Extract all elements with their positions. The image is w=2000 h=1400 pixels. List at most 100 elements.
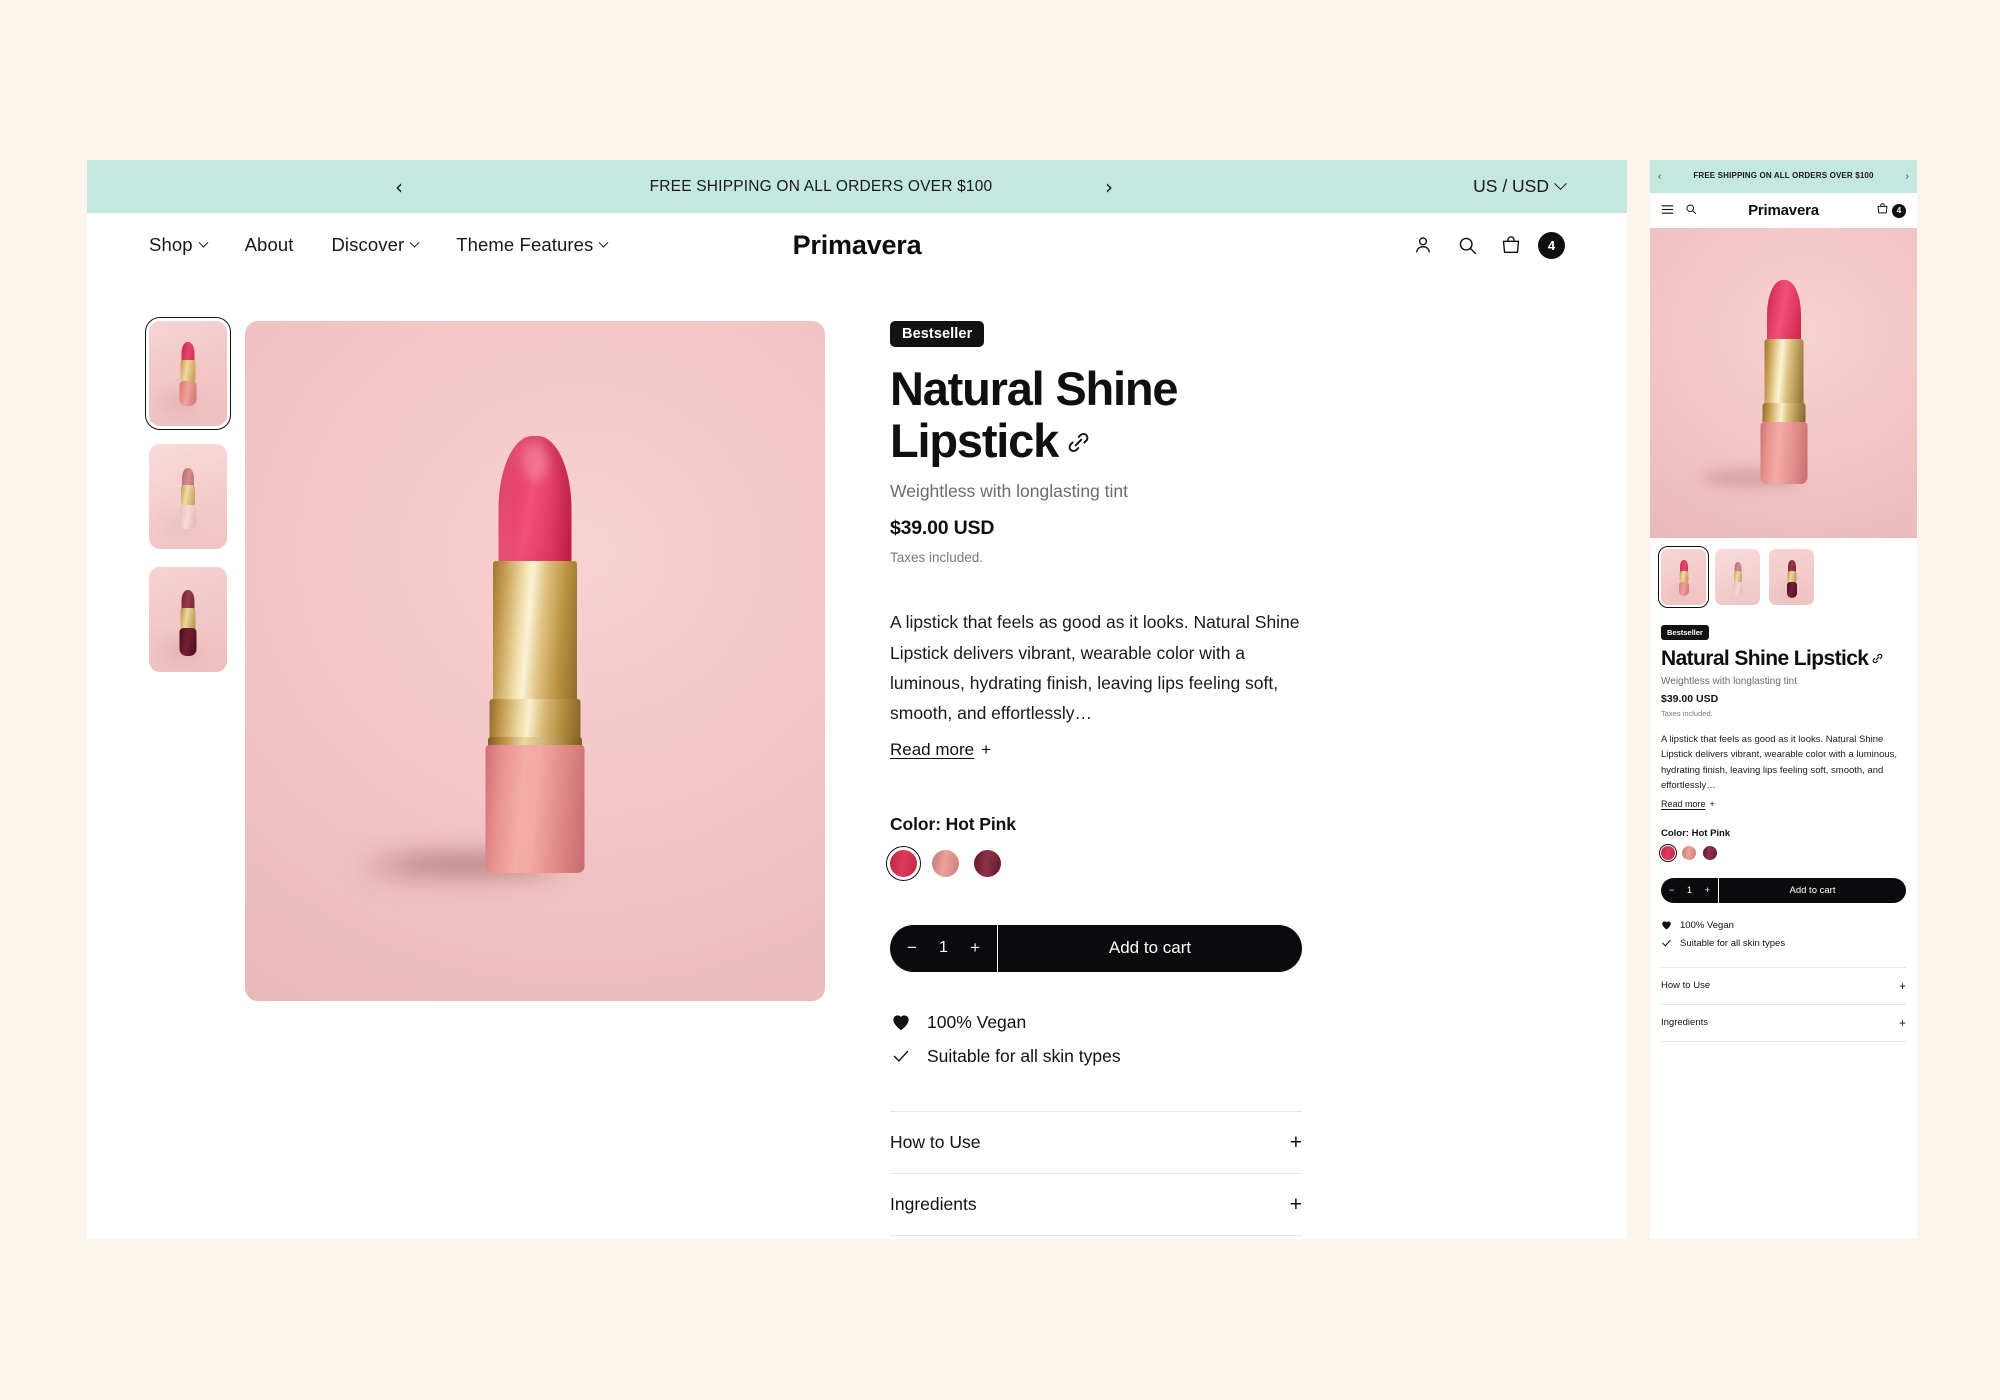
nav-item-theme-features[interactable]: Theme Features bbox=[456, 234, 609, 256]
mobile-accordion-ingredients[interactable]: Ingredients + bbox=[1661, 1005, 1906, 1042]
mobile-feature-vegan-label: 100% Vegan bbox=[1680, 919, 1734, 931]
heart-icon bbox=[1661, 920, 1672, 930]
desktop-storefront-preview: ‹ FREE SHIPPING ON ALL ORDERS OVER $100 … bbox=[87, 160, 1627, 1239]
mobile-feature-skin-types-label: Suitable for all skin types bbox=[1680, 937, 1786, 949]
mobile-announcement-next-arrow[interactable]: › bbox=[1906, 171, 1909, 182]
quantity-stepper[interactable]: − 1 + bbox=[890, 924, 998, 972]
mobile-status-badge: Bestseller bbox=[1661, 625, 1709, 640]
mobile-product-title-text: Natural Shine Lipstick bbox=[1661, 647, 1869, 670]
product-subtitle: Weightless with longlasting tint bbox=[890, 481, 1128, 502]
cart-icon[interactable] bbox=[1876, 202, 1889, 220]
product-detail-section: Bestseller Natural Shine Lipstick Weight… bbox=[87, 277, 1627, 1236]
announcement-next-arrow[interactable]: › bbox=[1105, 177, 1113, 197]
gallery-thumbnail-hot-pink[interactable] bbox=[145, 317, 231, 430]
mobile-color-swatch-hot-pink[interactable] bbox=[1658, 843, 1678, 863]
mobile-product-main-image[interactable] bbox=[1650, 228, 1917, 538]
plus-icon: + bbox=[981, 739, 992, 759]
mobile-accordion-ingredients-label: Ingredients bbox=[1661, 1017, 1709, 1029]
chevron-down-icon bbox=[1554, 177, 1567, 191]
mobile-cart-count-badge: 4 bbox=[1892, 203, 1906, 218]
mobile-announcement-message: FREE SHIPPING ON ALL ORDERS OVER $100 bbox=[1693, 171, 1874, 181]
mobile-gallery-thumbnail-hot-pink[interactable] bbox=[1658, 546, 1709, 608]
color-swatch-hot-pink[interactable] bbox=[886, 845, 921, 881]
mobile-quantity-stepper[interactable]: − 1 + bbox=[1661, 877, 1719, 903]
product-description: A lipstick that feels as good as it look… bbox=[890, 612, 1300, 723]
quantity-value: 1 bbox=[939, 939, 948, 957]
main-navigation: Shop About Discover Theme Features Prima… bbox=[87, 213, 1627, 277]
mobile-nav-right: 4 bbox=[1876, 202, 1906, 220]
check-icon bbox=[1661, 938, 1672, 948]
status-badge: Bestseller bbox=[890, 321, 985, 347]
mobile-accordion-how-to-use-label: How to Use bbox=[1661, 980, 1711, 992]
mobile-read-more-button[interactable]: Read more + bbox=[1661, 799, 1715, 809]
mobile-announcement-prev-arrow[interactable]: ‹ bbox=[1658, 171, 1661, 182]
gallery-thumbnail-deep-berry[interactable] bbox=[149, 567, 227, 672]
taxes-note: Taxes included. bbox=[890, 550, 984, 566]
product-features: 100% Vegan Suitable for all skin types bbox=[890, 1012, 1385, 1067]
color-swatches bbox=[886, 845, 1385, 881]
gallery-thumbnail-soft-rose[interactable] bbox=[149, 444, 227, 549]
share-link-icon[interactable] bbox=[1065, 414, 1092, 453]
mobile-color-swatch-soft-rose[interactable] bbox=[1682, 845, 1696, 860]
mobile-product-price: $39.00 USD bbox=[1661, 693, 1719, 706]
announcement-prev-arrow[interactable]: ‹ bbox=[395, 177, 403, 197]
quantity-increase-button[interactable]: + bbox=[970, 938, 980, 958]
color-swatch-deep-berry[interactable] bbox=[974, 849, 1001, 877]
feature-skin-types: Suitable for all skin types bbox=[890, 1046, 1385, 1067]
feature-vegan: 100% Vegan bbox=[890, 1012, 1385, 1033]
product-title-text: Natural Shine Lipstick bbox=[890, 362, 1179, 468]
mobile-product-subtitle: Weightless with longlasting tint bbox=[1661, 676, 1797, 688]
chevron-down-icon bbox=[198, 237, 209, 248]
mobile-product-description: A lipstick that feels as good as it look… bbox=[1661, 734, 1898, 792]
accordion-ingredients-label: Ingredients bbox=[890, 1193, 977, 1214]
nav-item-shop-label: Shop bbox=[149, 234, 193, 255]
nav-item-discover[interactable]: Discover bbox=[331, 234, 420, 256]
chevron-down-icon bbox=[409, 237, 420, 248]
nav-item-about[interactable]: About bbox=[245, 234, 294, 256]
mobile-feature-vegan: 100% Vegan bbox=[1661, 920, 1906, 931]
add-to-cart-button[interactable]: Add to cart bbox=[998, 938, 1302, 958]
account-icon[interactable] bbox=[1410, 232, 1436, 258]
share-link-icon[interactable] bbox=[1871, 647, 1884, 664]
color-option-label: Color: Hot Pink bbox=[890, 813, 1016, 834]
currency-selector[interactable]: US / USD bbox=[1473, 176, 1567, 197]
nav-item-discover-label: Discover bbox=[331, 234, 405, 255]
product-accordions: How to Use + Ingredients + bbox=[890, 1110, 1302, 1236]
mobile-gallery-thumbnail-deep-berry[interactable] bbox=[1769, 549, 1814, 605]
nav-item-about-label: About bbox=[244, 234, 294, 255]
mobile-purchase-controls: − 1 + Add to cart bbox=[1661, 877, 1906, 903]
mobile-gallery-thumbnail-soft-rose[interactable] bbox=[1715, 549, 1760, 605]
nav-links: Shop About Discover Theme Features bbox=[149, 234, 609, 256]
color-swatch-soft-rose[interactable] bbox=[932, 849, 959, 877]
product-price: $39.00 USD bbox=[890, 517, 995, 540]
accordion-how-to-use[interactable]: How to Use + bbox=[890, 1110, 1302, 1174]
read-more-label: Read more bbox=[890, 739, 975, 759]
mobile-add-to-cart-button[interactable]: Add to cart bbox=[1719, 885, 1906, 896]
read-more-button[interactable]: Read more + bbox=[890, 740, 991, 760]
nav-icon-group: 4 bbox=[1410, 231, 1565, 259]
nav-item-shop[interactable]: Shop bbox=[149, 234, 209, 256]
mobile-quantity-decrease-button[interactable]: − bbox=[1669, 885, 1674, 895]
plus-icon: + bbox=[1898, 978, 1906, 993]
search-icon[interactable] bbox=[1454, 232, 1480, 258]
announcement-bar: ‹ FREE SHIPPING ON ALL ORDERS OVER $100 … bbox=[87, 160, 1627, 213]
screenshot-stage: ‹ FREE SHIPPING ON ALL ORDERS OVER $100 … bbox=[0, 0, 2000, 1400]
mobile-gallery-thumbnails bbox=[1650, 538, 1917, 616]
mobile-product-features: 100% Vegan Suitable for all skin types bbox=[1661, 920, 1906, 949]
mobile-quantity-increase-button[interactable]: + bbox=[1705, 885, 1710, 895]
nav-item-theme-features-label: Theme Features bbox=[456, 234, 594, 255]
quantity-decrease-button[interactable]: − bbox=[907, 938, 917, 958]
accordion-ingredients[interactable]: Ingredients + bbox=[890, 1174, 1302, 1236]
gallery-thumbnails bbox=[145, 317, 231, 1236]
cart-icon[interactable] bbox=[1498, 232, 1524, 258]
product-main-image[interactable] bbox=[245, 321, 825, 1001]
mobile-announcement-bar: ‹ FREE SHIPPING ON ALL ORDERS OVER $100 … bbox=[1650, 160, 1917, 193]
plus-icon: + bbox=[1289, 1130, 1302, 1154]
mobile-color-swatch-deep-berry[interactable] bbox=[1703, 845, 1717, 860]
plus-icon: + bbox=[1898, 1015, 1906, 1030]
plus-icon: + bbox=[1289, 1192, 1302, 1216]
mobile-accordion-how-to-use[interactable]: How to Use + bbox=[1661, 966, 1906, 1005]
mobile-product-accordions: How to Use + Ingredients + bbox=[1661, 966, 1906, 1042]
mobile-page-title: Natural Shine Lipstick bbox=[1661, 647, 1906, 670]
feature-skin-types-label: Suitable for all skin types bbox=[927, 1045, 1121, 1066]
